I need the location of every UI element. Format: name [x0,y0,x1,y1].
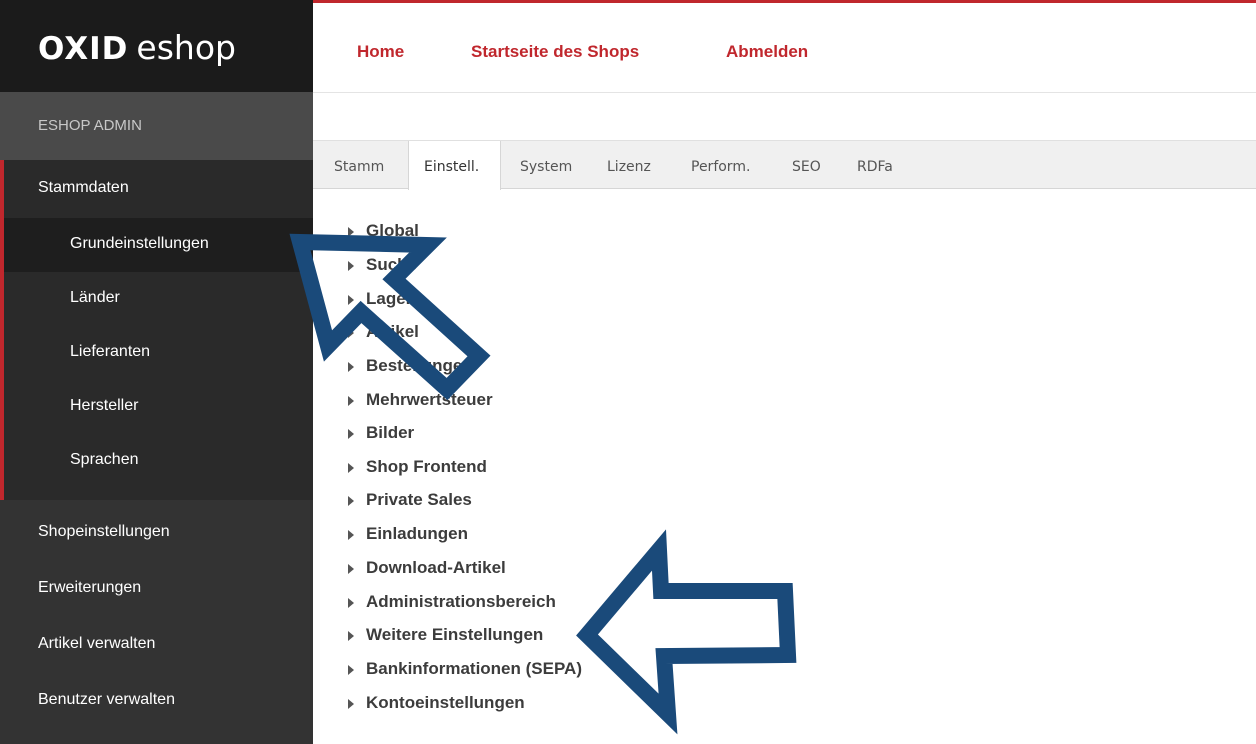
setting-label: Bilder [366,423,415,442]
expand-arrow-icon [348,227,354,237]
sidebar-item-lieferanten[interactable]: Lieferanten [4,326,313,380]
sidebar-item-label: Länder [70,289,120,306]
sidebar-item-label: Grundeinstellungen [70,235,209,252]
expand-arrow-icon [348,665,354,675]
tab-perform[interactable]: Perform. [691,159,750,175]
sidebar-item-artikel-verwalten[interactable]: Artikel verwalten [0,616,313,672]
sidebar: OXID eshop ESHOP ADMIN Stammdaten Grunde… [0,0,313,744]
top-navigation: Home Startseite des Shops Abmelden [313,0,1256,93]
sidebar-group-title[interactable]: Stammdaten [38,179,129,197]
sidebar-item-hersteller[interactable]: Hersteller [4,380,313,434]
setting-label: Kontoeinstellungen [366,693,525,712]
expand-arrow-icon [348,530,354,540]
tab-seo[interactable]: SEO [792,159,821,175]
logo-bar: OXID eshop [0,0,313,92]
oxid-eshop-logo[interactable]: OXID eshop [38,28,236,67]
expand-arrow-icon [348,463,354,473]
expand-arrow-icon [348,699,354,709]
tab-einstell[interactable]: Einstell. [424,159,479,175]
expand-arrow-icon [348,496,354,506]
expand-arrow-icon [348,328,354,338]
sidebar-header: ESHOP ADMIN [0,92,313,160]
tab-system[interactable]: System [520,159,572,175]
expand-arrow-icon [348,295,354,305]
setting-label: Lager [366,289,413,308]
nav-shop-start-link[interactable]: Startseite des Shops [471,42,639,62]
annotation-arrow-left-icon [576,529,797,735]
sidebar-item-erweiterungen[interactable]: Erweiterungen [0,560,313,616]
sidebar-item-shopeinstellungen[interactable]: Shopeinstellungen [0,504,313,560]
sidebar-item-label: Erweiterungen [38,579,142,596]
sidebar-group-stammdaten: Stammdaten Grundeinstellungen Länder Lie… [0,160,313,500]
expand-arrow-icon [348,429,354,439]
tab-stamm[interactable]: Stamm [334,159,384,175]
sidebar-item-label: Sprachen [70,451,139,468]
sidebar-item-label: Benutzer verwalten [38,691,175,708]
sidebar-item-laender[interactable]: Länder [4,272,313,326]
setting-label: Download-Artikel [366,558,506,577]
setting-label: Bestellungen [366,356,473,375]
sidebar-item-grundeinstellungen[interactable]: Grundeinstellungen [4,218,313,272]
setting-label: Weitere Einstellungen [366,625,544,644]
sidebar-item-sprachen[interactable]: Sprachen [4,434,313,488]
setting-label: Artikel [366,322,419,341]
nav-home-link[interactable]: Home [357,42,404,62]
sidebar-item-label: Lieferanten [70,343,151,360]
sidebar-item-label: Hersteller [70,397,139,414]
sidebar-item-benutzer-verwalten[interactable]: Benutzer verwalten [0,672,313,728]
setting-label: Einladungen [366,524,468,543]
expand-arrow-icon [348,362,354,372]
setting-label: Global [366,221,419,240]
sidebar-item-label: Shopeinstellungen [38,523,170,540]
nav-logout-link[interactable]: Abmelden [726,42,808,62]
tab-lizenz[interactable]: Lizenz [607,159,651,175]
sidebar-header-label: ESHOP ADMIN [38,117,142,134]
expand-arrow-icon [348,396,354,406]
setting-label: Mehrwertsteuer [366,390,493,409]
logo-eshop-text: eshop [136,28,236,67]
setting-label: Bankinformationen (SEPA) [366,659,582,678]
setting-label: Suche [366,255,418,274]
expand-arrow-icon [348,598,354,608]
setting-label: Private Sales [366,490,472,509]
expand-arrow-icon [348,631,354,641]
logo-oxid-text: OXID [38,31,129,67]
sidebar-item-label: Artikel verwalten [38,635,156,652]
tab-bar: Stamm Einstell. System Lizenz Perform. S… [313,140,1256,190]
setting-label: Shop Frontend [366,457,487,476]
setting-label: Administrationsbereich [366,592,556,611]
tab-rdfa[interactable]: RDFa [857,159,893,175]
expand-arrow-icon [348,261,354,271]
expand-arrow-icon [348,564,354,574]
